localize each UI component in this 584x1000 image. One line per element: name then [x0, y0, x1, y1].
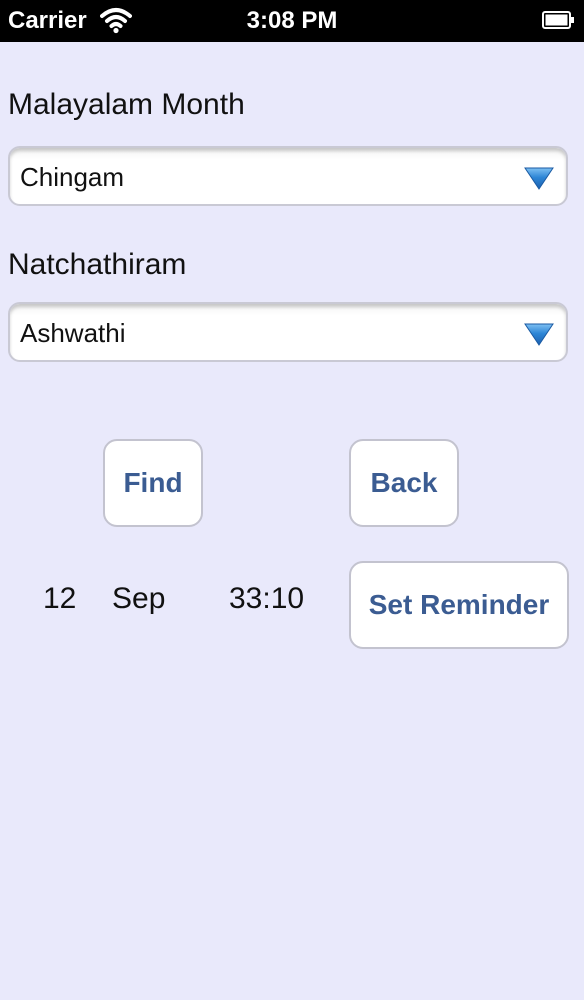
- result-time: 33:10: [229, 582, 305, 615]
- malayalam-month-label: Malayalam Month: [8, 88, 245, 121]
- natchathiram-label: Natchathiram: [8, 248, 187, 281]
- status-time: 3:08 PM: [246, 7, 338, 34]
- find-button[interactable]: Find: [103, 439, 203, 527]
- set-reminder-button[interactable]: Set Reminder: [349, 561, 569, 649]
- malayalam-month-value: Chingam: [20, 162, 125, 192]
- natchathiram-dropdown[interactable]: Ashwathi: [8, 302, 568, 362]
- result-month: Sep: [112, 582, 166, 615]
- result-day: 12: [43, 582, 77, 615]
- dropdown-arrow-icon: [524, 167, 554, 190]
- natchathiram-value: Ashwathi: [20, 318, 126, 348]
- battery-icon: [542, 11, 574, 29]
- malayalam-month-dropdown[interactable]: Chingam: [8, 146, 568, 206]
- status-bar: Carrier 3:08 PM: [0, 0, 584, 42]
- back-button[interactable]: Back: [349, 439, 459, 527]
- dropdown-arrow-icon: [524, 323, 554, 346]
